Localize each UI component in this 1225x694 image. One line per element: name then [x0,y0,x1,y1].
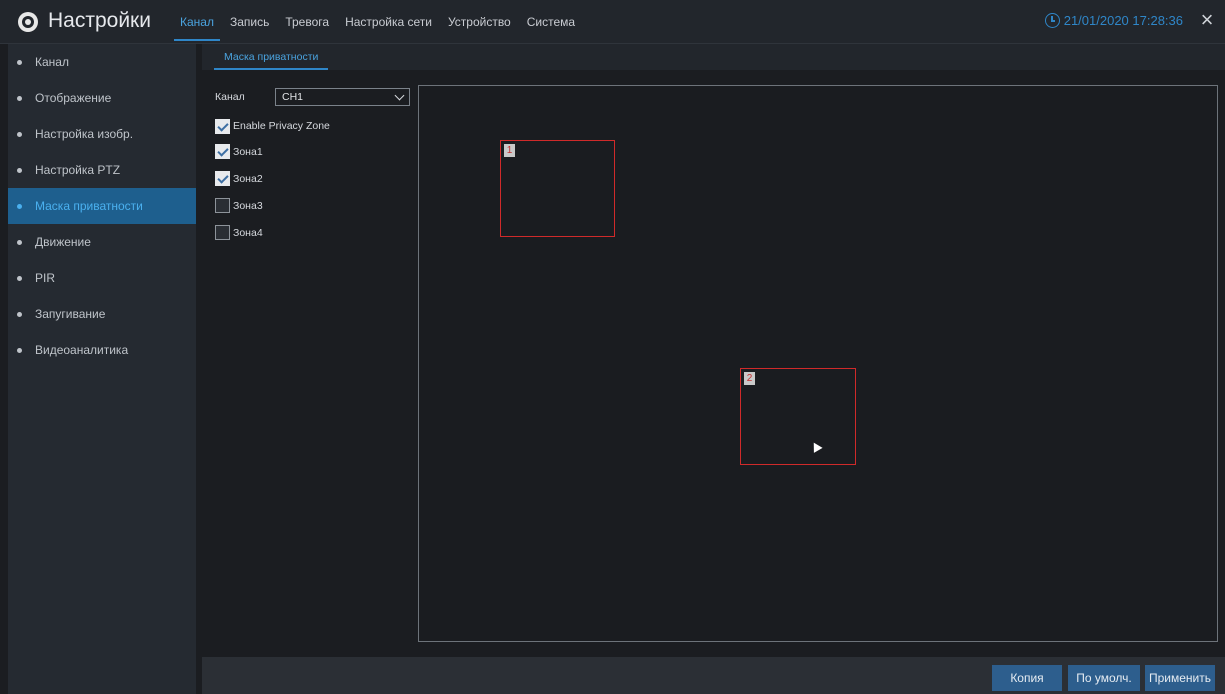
app-title: Настройки [48,9,151,32]
sidebar-item-privacy-mask[interactable]: Маска приватности [8,188,196,224]
bullet-icon [17,275,22,281]
sidebar-item-label: Движение [35,235,91,249]
tab-record[interactable]: Запись [222,0,277,44]
sidebar-item-label: Видеоаналитика [35,343,129,357]
zone-number-badge: 1 [504,144,515,157]
sidebar-item-image-settings[interactable]: Настройка изобр. [8,116,196,152]
tab-system[interactable]: Система [519,0,583,44]
sidebar-item-label: Настройка PTZ [35,163,121,177]
apply-button[interactable]: Применить [1145,665,1215,691]
top-navigation: Канал Запись Тревога Настройка сети Устр… [172,0,583,44]
bullet-icon [17,131,22,137]
channel-label: Канал [215,91,245,103]
sidebar-item-label: Настройка изобр. [35,127,134,141]
zone2-checkbox[interactable] [215,171,230,186]
top-bar: Настройки Канал Запись Тревога Настройка… [0,0,1225,44]
zone2-row: Зона2 [215,165,415,192]
channel-row: Канал CH1 [215,88,415,106]
tab-alarm[interactable]: Тревога [277,0,337,44]
enable-privacy-zone-row: Enable Privacy Zone [215,114,415,138]
privacy-zone-2[interactable]: 2 [740,368,856,465]
video-preview[interactable]: 1 2 [418,85,1218,642]
enable-privacy-zone-checkbox[interactable] [215,118,230,134]
zone1-label: Зона1 [233,145,263,158]
bullet-icon [17,95,22,101]
sidebar-item-label: PIR [35,271,56,285]
tab-device[interactable]: Устройство [440,0,519,44]
datetime-text: 21/01/2020 17:28:36 [1063,13,1183,28]
bullet-icon [17,239,22,245]
copy-button[interactable]: Копия [992,665,1062,691]
bullet-icon [17,347,22,353]
chevron-down-icon [394,90,405,100]
main-content: Маска приватности Канал CH1 Enable Priva… [202,44,1225,694]
sidebar-item-label: Отображение [35,91,112,105]
default-button[interactable]: По умолч. [1068,665,1140,691]
sidebar-item-pir[interactable]: PIR [8,260,196,296]
sidebar-item-deterrence[interactable]: Запугивание [8,296,196,332]
zone4-checkbox[interactable] [215,225,230,240]
sidebar-item-channel[interactable]: Канал [8,44,196,80]
sidebar-item-label: Маска приватности [35,199,143,213]
zone4-row: Зона4 [215,219,415,246]
privacy-form: Канал CH1 Enable Privacy Zone Зона1 Зона… [215,88,415,246]
sidebar-item-motion[interactable]: Движение [8,224,196,260]
tab-privacy-mask[interactable]: Маска приватности [214,44,329,70]
zone4-label: Зона4 [233,226,263,239]
zone3-checkbox[interactable] [215,198,230,213]
datetime-display: 21/01/2020 17:28:36 [1044,13,1183,28]
zone3-row: Зона3 [215,192,415,219]
settings-logo-icon [18,12,38,32]
zone2-label: Зона2 [233,172,263,185]
bullet-icon [17,59,22,65]
bottom-bar: Копия По умолч. Применить [202,657,1225,694]
zone1-row: Зона1 [215,138,415,165]
channel-select[interactable]: CH1 [275,88,410,106]
sidebar-item-display[interactable]: Отображение [8,80,196,116]
privacy-zone-1[interactable]: 1 [500,140,615,237]
sidebar-item-label: Запугивание [35,307,106,321]
close-button[interactable]: × [1195,9,1219,33]
bullet-icon [17,167,22,173]
bullet-icon [17,311,22,317]
clock-icon [1044,13,1060,28]
zone1-checkbox[interactable] [215,144,230,159]
enable-privacy-zone-label: Enable Privacy Zone [233,120,330,132]
tab-channel[interactable]: Канал [172,0,222,44]
sidebar: Канал Отображение Настройка изобр. Настр… [8,44,196,694]
zone-number-badge: 2 [744,372,755,385]
tab-network[interactable]: Настройка сети [337,0,440,44]
channel-select-value: CH1 [282,91,304,103]
bullet-icon [17,203,22,209]
sidebar-item-ptz[interactable]: Настройка PTZ [8,152,196,188]
sidebar-item-video-analytics[interactable]: Видеоаналитика [8,332,196,368]
zone3-label: Зона3 [233,199,263,212]
subtab-bar: Маска приватности [202,44,1225,70]
sidebar-item-label: Канал [35,55,69,69]
